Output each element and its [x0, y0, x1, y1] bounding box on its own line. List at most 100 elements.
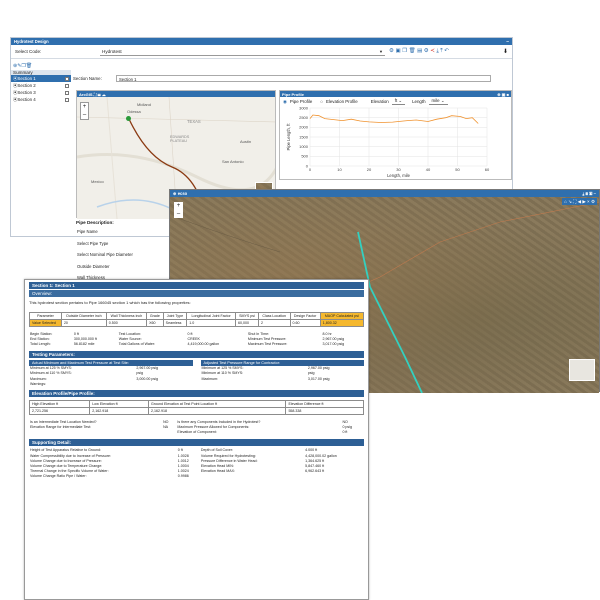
section-label: Section 3: [17, 90, 36, 95]
section-checkbox[interactable]: [65, 90, 69, 95]
print-icon[interactable]: ▤: [417, 48, 422, 55]
map-label-san-antonio: San Antonio: [222, 159, 244, 164]
sat-zoom-in-button[interactable]: +: [174, 202, 183, 210]
pipe-field-label: Select Pipe Type: [77, 240, 109, 246]
table-cell: [135, 381, 192, 386]
select-code-row: Select Code: Hydrotest ▼ ⚙ ▣ ❐ 🗑 ▤ ⚙ ≺ ⤓…: [11, 45, 512, 59]
delete-section-icon[interactable]: 🗑: [26, 63, 32, 69]
table-cell: [162, 430, 176, 435]
elevation-unit-value: ft: [394, 98, 398, 103]
stations-table: Begin Station: 0 ft Test Location: 0 ft Shut…: [29, 331, 364, 347]
table-cell: Elevation of Component:: [177, 430, 217, 435]
section-panel: ⊕✎❐🗑 Summary ⦿ Section 1 ⦿ Section 2 ⦿ Sec…: [11, 62, 71, 103]
section-name-input[interactable]: Section 1: [116, 75, 491, 82]
elev-value-cell: 2,162.918: [148, 407, 287, 416]
map-label-odessa: Odessa: [127, 109, 141, 114]
satellite-window-icons[interactable]: ⤓ ⊞ ▣ –: [582, 191, 596, 196]
elev-header-cell: Elevation Difference ft: [285, 400, 364, 409]
pipe-start-marker[interactable]: [126, 116, 131, 121]
pipe-field-label: Select Nominal Pipe Diameter: [77, 252, 133, 258]
select-code-label: Select Code:: [15, 49, 42, 54]
locate-icon[interactable]: ⊕: [173, 191, 177, 196]
sat-minimap[interactable]: [569, 359, 595, 381]
y-tick-label: 3000: [299, 105, 309, 110]
props-value-cell: 1,800.32: [319, 319, 365, 327]
scroll-down-icon[interactable]: ⬇: [503, 48, 508, 55]
section-checkbox[interactable]: [65, 83, 69, 88]
pipe-profile-title: Pipe Profile: [282, 91, 305, 97]
x-tick-label: 0: [309, 167, 312, 172]
pipe-profile-panel: Pipe Profile ⊕ ▣ ■ ◉ Pipe Profile ○ Elevat…: [279, 90, 512, 180]
minimize-icon[interactable]: –: [506, 39, 509, 45]
table-cell: Total Length:: [30, 341, 51, 346]
download-icon[interactable]: ⤓: [436, 48, 438, 55]
chevron-down-icon: ▼: [379, 48, 383, 54]
sat-zoom-out-button[interactable]: –: [174, 210, 183, 218]
elevation-header-row: High Elevation ft Low Elevation ft Ground …: [28, 400, 364, 409]
delete-icon[interactable]: 🗑: [409, 48, 416, 55]
x-tick-label: 30: [396, 167, 401, 172]
table-row: Volume Change Ratio Pipe / Water: 0.9986: [29, 474, 364, 479]
props-value-cell: Value Selected: [29, 319, 62, 327]
section-checkbox[interactable]: [65, 97, 69, 102]
save-icon[interactable]: ▣: [395, 48, 400, 55]
sat-home-icon[interactable]: ⌂: [564, 199, 567, 204]
elevation-table: High Elevation ft Low Elevation ft Ground …: [28, 400, 364, 416]
section-label: Section 1: [17, 76, 36, 81]
props-header-cell: Design Factor: [289, 312, 321, 320]
map-label-texas: TEXAS: [187, 119, 201, 124]
copy-icon[interactable]: ❐: [402, 48, 407, 55]
sat-measure-icon[interactable]: ↘: [568, 199, 572, 204]
elevation-value-row: 2,721.256 2,162.918 2,162.918 558.338: [28, 407, 364, 416]
map-label-midland: Midland: [137, 102, 152, 107]
zoom-out-button[interactable]: –: [81, 111, 88, 119]
undo-icon[interactable]: ↶: [444, 48, 449, 55]
properties-table: Parameter Outside Diameter inch Wall Thick…: [29, 312, 365, 327]
sat-layers-icon[interactable]: ⛶: [573, 199, 576, 204]
map-label-mexico: Mexico: [91, 179, 104, 184]
props-header-cell: Class Location: [257, 312, 291, 320]
testing-block: Actual Minimum and Maximum Test Pressure…: [29, 359, 364, 387]
pipe-profile-tools-icon[interactable]: ⊕ ▣ ■: [497, 92, 509, 97]
zoom-in-button[interactable]: +: [81, 103, 88, 111]
upload-icon[interactable]: ⤒: [440, 48, 442, 55]
actual-pressure-block: Actual Minimum and Maximum Test Pressure…: [29, 359, 193, 387]
section-checkbox[interactable]: [65, 76, 69, 81]
sat-next-icon[interactable]: ▶: [582, 199, 585, 204]
select-code-dropdown[interactable]: Hydrotest ▼: [100, 47, 385, 56]
section-item[interactable]: ⦿ Section 2: [11, 82, 71, 89]
table-cell: Warnings:: [30, 381, 47, 386]
sat-settings-icon[interactable]: ⚙: [591, 199, 595, 204]
section-item[interactable]: ⦿ Section 1: [11, 75, 71, 82]
elev-header-cell: Low Elevation ft: [89, 400, 150, 409]
elev-value-cell: 2,721.256: [28, 407, 91, 416]
sat-prev-icon[interactable]: ◀: [578, 199, 581, 204]
section-label: Section 2: [17, 83, 36, 88]
props-value-cell: 1.0: [186, 319, 236, 327]
y-tick-label: 2500: [299, 115, 309, 120]
props-value-cell: 60,000: [234, 319, 259, 327]
elev-value-cell: 558.338: [285, 407, 364, 416]
elev-header-cell: High Elevation ft: [28, 400, 91, 409]
pipe-field-row: Pipe Name: [77, 226, 177, 238]
table-cell: 56.8182 mile: [73, 341, 95, 346]
section-list: ⦿ Section 1 ⦿ Section 2 ⦿ Section 3 ⦿ Secti…: [11, 75, 71, 103]
share-icon[interactable]: ≺: [430, 48, 435, 55]
overview-text: This hydrotest section pertains to Pipe …: [29, 300, 191, 305]
testing-label: Testing Parameters:: [29, 350, 364, 358]
table-cell: Total Gallons of Water:: [118, 341, 156, 346]
props-value-cell: Seamless: [162, 319, 188, 327]
props-header-cell: Joint Type: [162, 312, 188, 320]
pipe-field-label: Outside Diameter: [77, 263, 110, 269]
toolbar: ⚙ ▣ ❐ 🗑 ▤ ⚙ ≺ ⤓ ⤒ ↶: [389, 48, 449, 55]
gear-icon[interactable]: ⚙: [424, 48, 429, 55]
sat-zoom-control: + –: [174, 202, 183, 218]
table-cell: 0.9986: [177, 474, 189, 479]
sat-close-icon[interactable]: ×: [587, 199, 590, 204]
map-layers-icon[interactable]: ⛶ ☰ ☁: [94, 92, 106, 97]
props-header-cell: Grade: [146, 312, 164, 320]
properties-header-row: Parameter Outside Diameter inch Wall Thick…: [29, 312, 365, 320]
section-item[interactable]: ⦿ Section 3: [11, 89, 71, 96]
section-item[interactable]: ⦿ Section 4: [11, 96, 71, 103]
settings-icon[interactable]: ⚙: [389, 48, 394, 55]
